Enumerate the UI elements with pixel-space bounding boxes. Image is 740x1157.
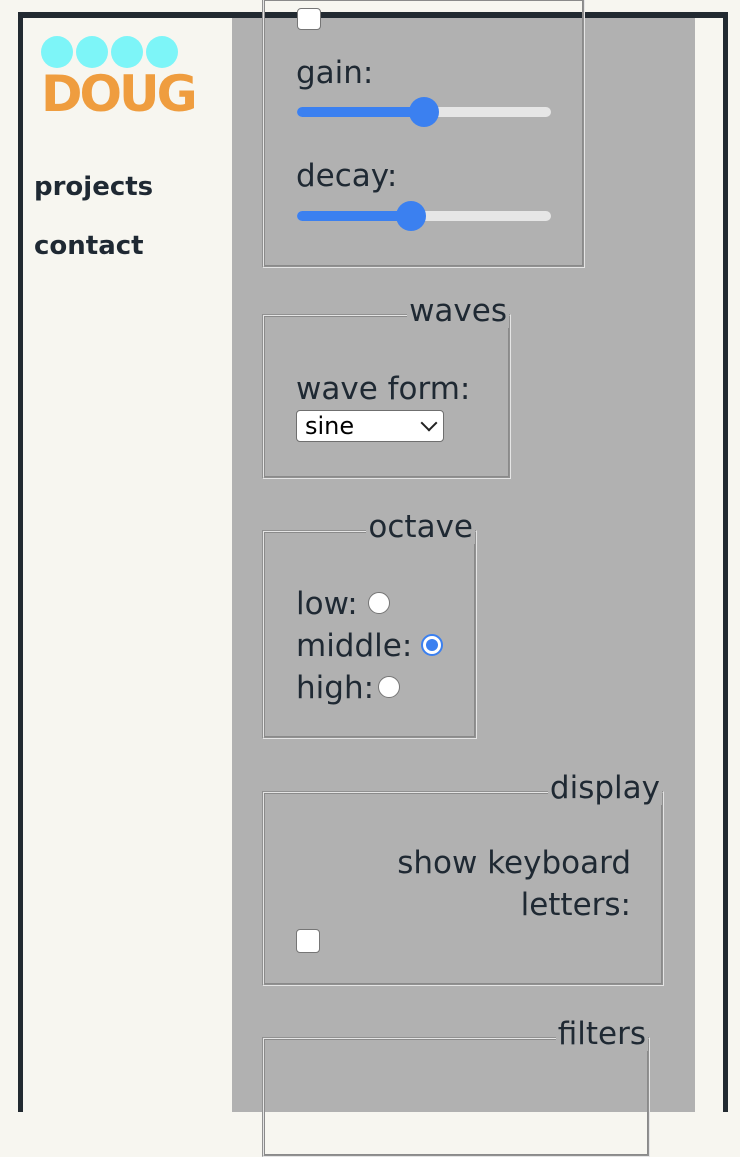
envelope-fieldset: gain: decay: [262,0,585,268]
octave-middle-radio[interactable] [421,634,443,656]
sidebar: DOUG projects contact [23,18,232,1112]
octave-high-radio[interactable] [378,676,400,698]
wave-form-select[interactable]: sine [296,410,444,442]
octave-high-label: high: [296,670,375,706]
filters-legend: filters [555,1016,648,1052]
logo-dot [41,36,73,68]
logo-dot [111,36,143,68]
display-legend: display [547,770,662,806]
gain-slider-fill [297,107,424,117]
filters-fieldset: filters [262,1017,650,1157]
gain-slider[interactable] [297,97,551,127]
logo-dot [146,36,178,68]
logo-dots [41,36,191,68]
wave-form-label: wave form: [296,371,471,407]
partial-checkbox[interactable] [297,8,321,30]
decay-slider-fill [297,211,411,221]
waves-fieldset: waves wave form: sine [262,294,511,479]
wave-form-selected-value: sine [305,412,355,440]
synth-controls-panel: gain: decay: waves wave form: sine octav… [232,0,695,1157]
octave-middle-label: middle: [296,628,413,664]
decay-slider-thumb[interactable] [396,201,426,231]
octave-low-label: low: [296,586,358,622]
octave-low-radio[interactable] [368,592,390,614]
chevron-down-icon [420,414,438,432]
page-frame: DOUG projects contact gain: decay: waves… [18,0,728,1157]
logo[interactable]: DOUG [41,36,198,136]
show-letters-label-line1: show keyboard [397,845,631,881]
logo-dot [76,36,108,68]
nav-contact-link[interactable]: contact [34,231,144,261]
logo-text: DOUG [41,65,198,123]
show-letters-label-line2: letters: [520,887,631,923]
waves-legend: waves [407,293,509,329]
octave-fieldset: octave low: middle: high: [262,510,477,739]
octave-legend: octave [366,509,475,545]
decay-slider[interactable] [297,201,551,231]
show-letters-checkbox[interactable] [296,929,320,953]
nav-projects-link[interactable]: projects [34,172,153,202]
gain-slider-thumb[interactable] [409,97,439,127]
decay-label: decay: [296,158,398,194]
gain-label: gain: [296,55,374,91]
display-fieldset: display show keyboard letters: [262,771,664,986]
